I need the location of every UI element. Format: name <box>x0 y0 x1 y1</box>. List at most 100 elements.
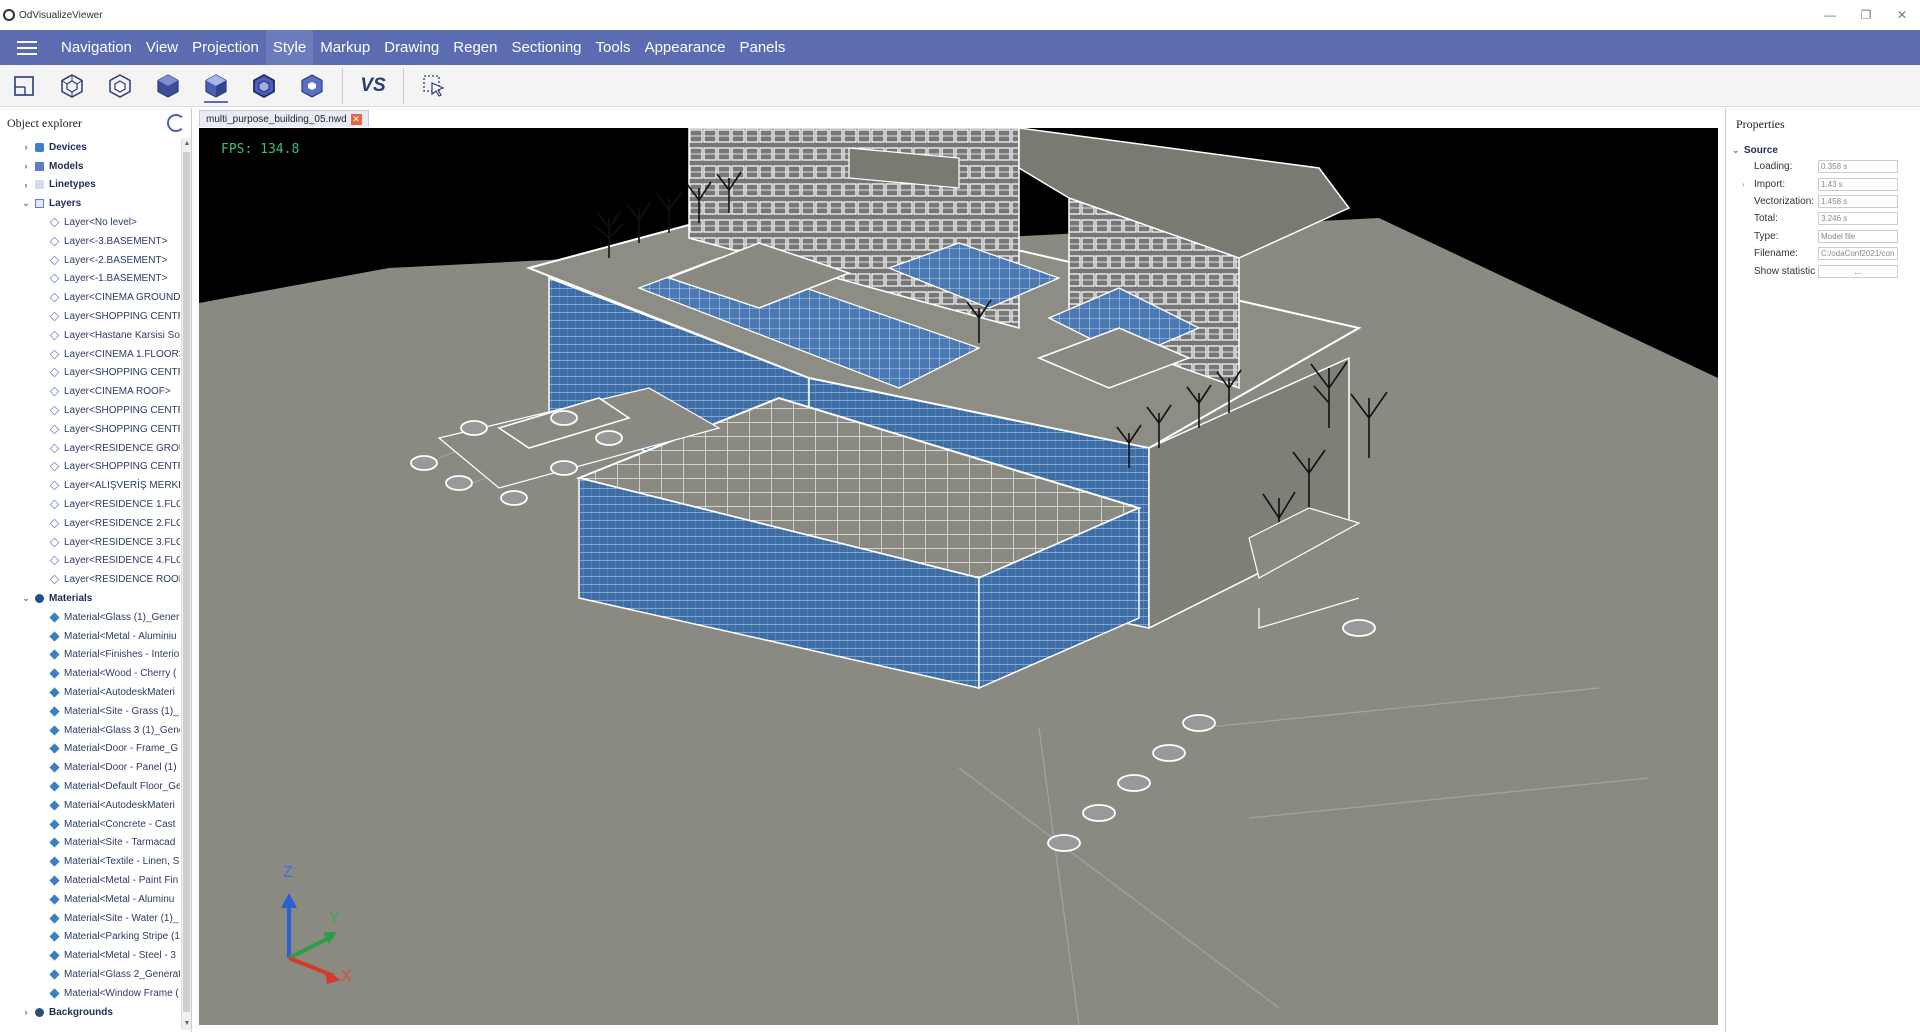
tree-item[interactable]: Material<Glass (1)_Genera <box>0 608 180 627</box>
menu-tools[interactable]: Tools <box>589 30 638 65</box>
tree-item[interactable]: Material<Wood - Cherry ( <box>0 664 180 683</box>
menu-view[interactable]: View <box>139 30 185 65</box>
document-tab[interactable]: multi_purpose_building_05.nwd ✕ <box>199 110 369 127</box>
tree-item[interactable]: Material<AutodeskMateri <box>0 683 180 702</box>
scroll-up-arrow-icon[interactable]: ▲ <box>182 138 192 150</box>
menu-drawing[interactable]: Drawing <box>377 30 446 65</box>
tree-item[interactable]: Layer<RESIDENCE 4.FLOO <box>0 552 180 571</box>
tree-item[interactable]: Layer<CINEMA GROUND <box>0 288 180 307</box>
tree-node-materials[interactable]: ⌄ Materials <box>0 589 180 608</box>
tree-item[interactable]: Layer<RESIDENCE GROUN <box>0 439 180 458</box>
chevron-down-icon: ⌄ <box>1732 144 1740 155</box>
tree-item[interactable]: Material<Window Frame ( <box>0 984 180 1003</box>
tree-node-models[interactable]: › Models <box>0 157 180 176</box>
close-window-button[interactable]: ✕ <box>1884 0 1920 30</box>
tree-item[interactable]: Layer<Hastane Karsisi Sok <box>0 326 180 345</box>
visual-style-button[interactable]: VS <box>355 68 391 104</box>
tree-item[interactable]: Material<Glass 3 (1)_Gene <box>0 721 180 740</box>
wireframe-style-button[interactable] <box>54 68 90 104</box>
mat-item-icon <box>49 687 60 698</box>
tree-item[interactable]: Layer<SHOPPING CENTRE <box>0 364 180 383</box>
tree-node-layers[interactable]: ⌄ Layers <box>0 194 180 213</box>
show-statistic-button[interactable]: ... <box>1818 264 1898 278</box>
tree-item[interactable]: Layer<RESIDENCE 2.FLOO <box>0 514 180 533</box>
tree-item[interactable]: Layer<-3.BASEMENT> <box>0 232 180 251</box>
tree-item-label: Material<Glass 3 (1)_Gene <box>64 724 180 736</box>
scroll-thumb[interactable] <box>183 152 190 1012</box>
object-tree-scrollbar[interactable]: ▲ ▼ <box>181 138 191 1030</box>
tree-item[interactable]: Layer<RESIDENCE 3.FLOO <box>0 533 180 552</box>
tree-node-linetypes[interactable]: › Linetypes <box>0 176 180 195</box>
tree-item[interactable]: Layer<CINEMA 1.FLOOR> <box>0 345 180 364</box>
tree-item[interactable]: Material<Site - Water (1)_ <box>0 909 180 928</box>
tree-item[interactable]: Material<Door - Frame_G <box>0 740 180 759</box>
close-tab-icon[interactable]: ✕ <box>350 113 362 125</box>
menu-panels[interactable]: Panels <box>732 30 792 65</box>
hidden-line-style-button[interactable] <box>102 68 138 104</box>
chevron-right-icon[interactable]: › <box>21 180 31 190</box>
tree-item[interactable]: Material<Default Floor_Ge <box>0 777 180 796</box>
menu-navigation[interactable]: Navigation <box>54 30 139 65</box>
mat-item-icon <box>49 950 60 961</box>
tree-item[interactable]: Layer<CINEMA ROOF> <box>0 382 180 401</box>
tree-item[interactable]: Material<Concrete - Cast <box>0 815 180 834</box>
tree-item[interactable]: Material<Door - Panel (1) <box>0 758 180 777</box>
tree-item-label: Layer<RESIDENCE ROOF> <box>64 574 180 586</box>
tree-item-label: Models <box>49 160 84 172</box>
tree-item-label: Material<Metal - Paint Fin <box>64 874 179 886</box>
menu-appearance[interactable]: Appearance <box>638 30 733 65</box>
select-tool-icon[interactable] <box>416 68 452 104</box>
tree-item[interactable]: Material<Metal - Aluminiu <box>0 627 180 646</box>
refresh-icon[interactable] <box>167 114 185 132</box>
chevron-right-icon[interactable]: › <box>1732 180 1746 189</box>
tree-item[interactable]: Layer<SHOPPING CENTRE <box>0 307 180 326</box>
chevron-right-icon[interactable]: › <box>21 161 31 171</box>
tree-node-backgrounds[interactable]: › Backgrounds <box>0 1003 180 1022</box>
3d-viewport[interactable]: FPS: 134.8 Z Y X <box>199 128 1718 1025</box>
tree-item[interactable]: Material<Metal - Paint Fin <box>0 871 180 890</box>
tree-item[interactable]: Material<Textile - Linen, S <box>0 852 180 871</box>
tree-item[interactable]: Layer<ALIŞVERİŞ MERKEZİ <box>0 476 180 495</box>
menu-sectioning[interactable]: Sectioning <box>504 30 588 65</box>
tree-item-label: Layer<RESIDENCE 3.FLOO <box>64 536 180 548</box>
tree-item[interactable]: Layer<-1.BASEMENT> <box>0 270 180 289</box>
properties-panel: Properties ⌄ Source Loading: 0.358 s › Impo… <box>1725 108 1920 1032</box>
gouraud-shaded-style-button[interactable] <box>198 68 234 104</box>
tree-item[interactable]: Layer<SHOPPING CENTRE <box>0 420 180 439</box>
restore-button[interactable]: ❐ <box>1848 0 1884 30</box>
tree-node-devices[interactable]: › Devices <box>0 138 180 157</box>
tree-item[interactable]: Material<Metal - Steel - 3 <box>0 946 180 965</box>
layer-item-icon <box>49 443 60 453</box>
menu-regen[interactable]: Regen <box>446 30 504 65</box>
tree-item[interactable]: Layer<SHOPPING CENTRE <box>0 458 180 477</box>
tree-item[interactable]: Material<Glass 2_Generat <box>0 965 180 984</box>
tree-item[interactable]: Material<Parking Stripe (1 <box>0 927 180 946</box>
tree-item[interactable]: Material<Finishes - Interio <box>0 646 180 665</box>
chevron-down-icon[interactable]: ⌄ <box>21 593 31 604</box>
tree-item[interactable]: Layer<RESIDENCE ROOF> <box>0 570 180 589</box>
flat-shaded-style-button[interactable] <box>150 68 186 104</box>
menu-style[interactable]: Style <box>265 30 314 65</box>
tree-item[interactable]: Layer<SHOPPING CENTRE <box>0 401 180 420</box>
tree-item[interactable]: Material<Site - Grass (1)_ <box>0 702 180 721</box>
tree-item[interactable]: Layer<RESIDENCE 1.FLOO <box>0 495 180 514</box>
tree-item[interactable]: Material<AutodeskMateri <box>0 796 180 815</box>
hamburger-menu-icon[interactable] <box>0 30 54 65</box>
chevron-right-icon[interactable]: › <box>21 1007 31 1017</box>
tree-item[interactable]: Material<Metal - Aluminu <box>0 890 180 909</box>
tree-item[interactable]: Layer<-2.BASEMENT> <box>0 251 180 270</box>
chevron-down-icon[interactable]: ⌄ <box>21 198 31 209</box>
2d-wireframe-style-button[interactable] <box>6 68 42 104</box>
tree-item[interactable]: Layer<No level> <box>0 213 180 232</box>
tree-item-label: Layer<ALIŞVERİŞ MERKEZİ <box>64 480 180 492</box>
menu-projection[interactable]: Projection <box>185 30 266 65</box>
minimize-button[interactable]: — <box>1812 0 1848 30</box>
source-group-header[interactable]: ⌄ Source <box>1732 142 1915 158</box>
menu-markup[interactable]: Markup <box>313 30 377 65</box>
tree-item[interactable]: Material<Site - Tarmacad <box>0 833 180 852</box>
chevron-right-icon[interactable]: › <box>21 142 31 152</box>
axis-label-z: Z <box>283 864 293 881</box>
shaded-with-edges-style-button[interactable] <box>246 68 282 104</box>
scroll-down-arrow-icon[interactable]: ▼ <box>182 1018 192 1030</box>
realistic-style-button[interactable] <box>294 68 330 104</box>
